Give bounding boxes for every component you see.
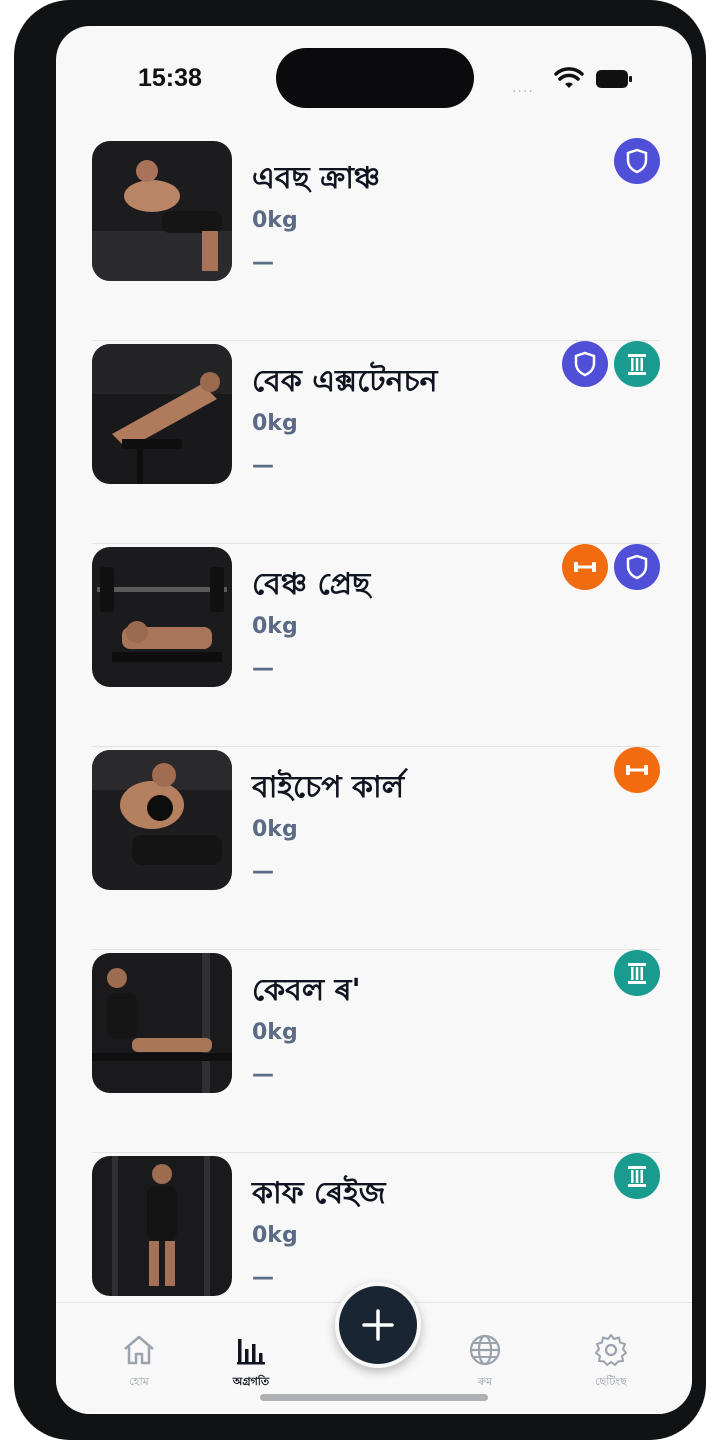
exercise-name: এবছ ক্ৰাঞ্চ <box>252 161 381 196</box>
tab-rooms[interactable]: ৰুম <box>435 1331 535 1392</box>
exercise-name: বাইচেপ কাৰ্ল <box>252 770 405 805</box>
gear-icon <box>595 1334 627 1366</box>
shield-icon <box>614 544 660 590</box>
tab-label: হোম <box>129 1375 149 1388</box>
exercise-list: এবছ ক্ৰাঞ্চ 0kg — বেক এক্সটেনচন 0kg — বে… <box>92 138 660 1356</box>
exercise-weight: 0kg <box>252 1020 298 1045</box>
tab-progress[interactable]: অগ্ৰগতি <box>201 1331 301 1392</box>
exercise-row[interactable]: কেবল ৰ' 0kg — <box>92 950 660 1153</box>
shield-icon <box>614 138 660 184</box>
exercise-row[interactable]: বাইচেপ কাৰ্ল 0kg — <box>92 747 660 950</box>
phone-frame: 15:38 .... এবছ ক্ৰাঞ্চ 0kg — বেক এক্সটেন… <box>14 0 706 1440</box>
status-time: 15:38 <box>138 64 202 92</box>
muscle-badges <box>614 1153 660 1199</box>
tab-label: অগ্ৰগতি <box>232 1375 270 1388</box>
exercise-weight: 0kg <box>252 208 298 233</box>
muscle-badges <box>614 950 660 996</box>
exercise-last: — <box>252 250 274 275</box>
home-icon <box>124 1335 154 1365</box>
exercise-weight: 0kg <box>252 817 298 842</box>
exercise-thumbnail <box>92 953 232 1093</box>
exercise-last: — <box>252 656 274 681</box>
wifi-icon <box>554 67 584 88</box>
exercise-thumbnail <box>92 1156 232 1296</box>
signal-dots: .... <box>512 80 534 96</box>
exercise-weight: 0kg <box>252 614 298 639</box>
muscle-badges <box>562 544 660 590</box>
dumbbell-icon <box>562 544 608 590</box>
exercise-last: — <box>252 453 274 478</box>
status-bar: 15:38 .... <box>56 26 692 136</box>
exercise-name: কেবল ৰ' <box>252 973 361 1008</box>
column-icon <box>614 341 660 387</box>
plus-icon <box>362 1309 394 1341</box>
muscle-badges <box>562 341 660 387</box>
exercise-thumbnail <box>92 750 232 890</box>
exercise-thumbnail <box>92 141 232 281</box>
exercise-row[interactable]: এবছ ক্ৰাঞ্চ 0kg — <box>92 138 660 341</box>
exercise-name: বেঞ্চ প্ৰেছ <box>252 567 371 602</box>
exercise-name: বেক এক্সটেনচন <box>252 364 438 399</box>
tab-home[interactable]: হোম <box>89 1331 189 1392</box>
tab-label: ছেটিংছ <box>595 1375 627 1388</box>
exercise-row[interactable]: বেঞ্চ প্ৰেছ 0kg — <box>92 544 660 747</box>
battery-icon <box>596 70 632 88</box>
exercise-last: — <box>252 1265 274 1290</box>
globe-icon <box>469 1334 501 1366</box>
exercise-row[interactable]: বেক এক্সটেনচন 0kg — <box>92 341 660 544</box>
exercise-weight: 0kg <box>252 1223 298 1248</box>
exercise-thumbnail <box>92 344 232 484</box>
muscle-badges <box>614 747 660 793</box>
exercise-weight: 0kg <box>252 411 298 436</box>
tab-label: ৰুম <box>477 1375 493 1388</box>
shield-icon <box>562 341 608 387</box>
exercise-last: — <box>252 1062 274 1087</box>
home-indicator[interactable] <box>260 1394 488 1401</box>
add-button[interactable] <box>335 1282 421 1368</box>
dynamic-island <box>276 48 474 108</box>
screen: 15:38 .... এবছ ক্ৰাঞ্চ 0kg — বেক এক্সটেন… <box>56 26 692 1414</box>
tab-settings[interactable]: ছেটিংছ <box>561 1331 661 1392</box>
muscle-badges <box>614 138 660 184</box>
exercise-name: কাফ ৰেইজ <box>252 1176 386 1211</box>
bar-chart-icon <box>237 1339 265 1365</box>
exercise-thumbnail <box>92 547 232 687</box>
exercise-last: — <box>252 859 274 884</box>
column-icon <box>614 1153 660 1199</box>
column-icon <box>614 950 660 996</box>
dumbbell-icon <box>614 747 660 793</box>
